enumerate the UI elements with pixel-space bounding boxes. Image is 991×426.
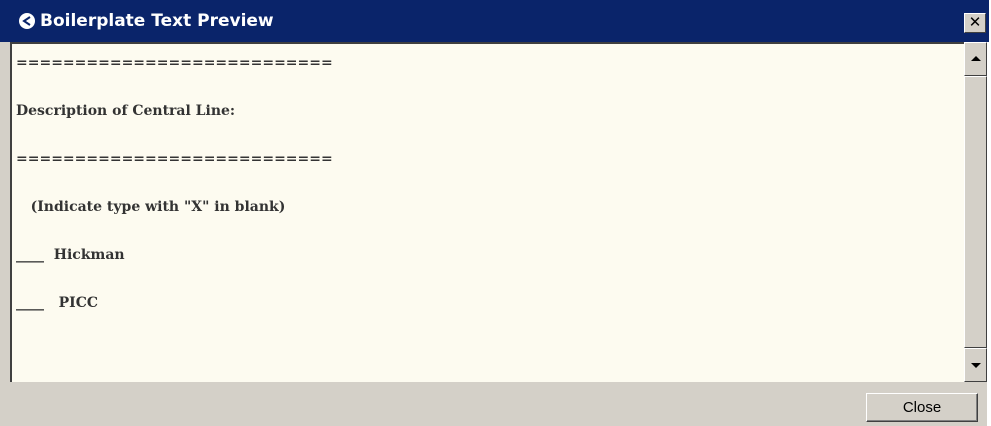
title-bar: Boilerplate Text Preview ✕: [0, 0, 989, 42]
text-line: ===========================: [16, 55, 333, 71]
text-line: (Indicate type with "X" in blank): [16, 199, 286, 215]
window-title: Boilerplate Text Preview: [40, 11, 274, 31]
close-button[interactable]: Close: [866, 393, 978, 422]
vertical-scrollbar[interactable]: [964, 42, 987, 382]
text-line: ===========================: [16, 151, 333, 167]
dialog-window: Boilerplate Text Preview ✕ =============…: [0, 0, 989, 426]
text-line: ____ Hickman: [16, 247, 125, 263]
boilerplate-text-area[interactable]: =========================== Description …: [10, 42, 964, 382]
text-line: ____ PICC: [16, 295, 98, 311]
close-window-icon[interactable]: ✕: [964, 13, 986, 33]
app-logo-icon: [19, 13, 35, 29]
scroll-up-arrow-icon: [971, 56, 981, 61]
scroll-up-button[interactable]: [964, 42, 987, 76]
scroll-down-button[interactable]: [964, 348, 987, 382]
text-line: Description of Central Line:: [16, 103, 236, 119]
scroll-thumb[interactable]: [964, 76, 987, 348]
scroll-down-arrow-icon: [971, 363, 981, 368]
